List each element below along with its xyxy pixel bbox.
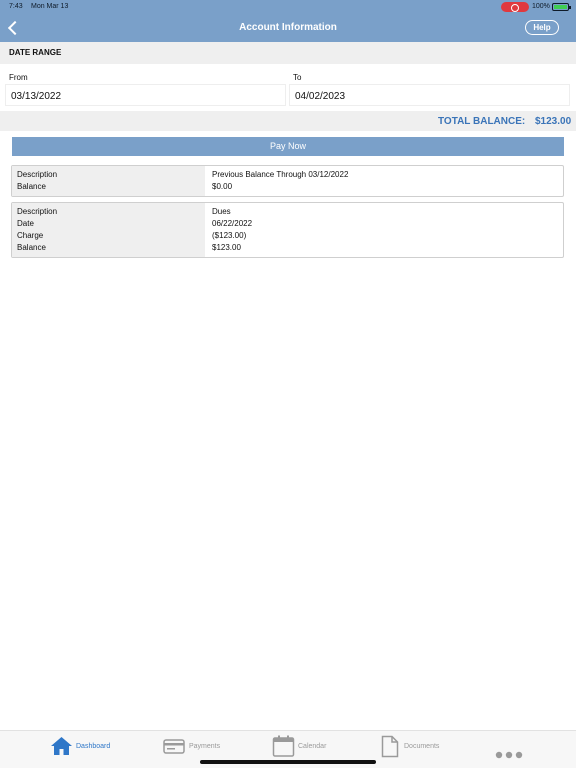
date-range-title: DATE RANGE: [9, 48, 62, 57]
row-key: Charge: [17, 231, 44, 240]
status-time: 7:43: [9, 3, 23, 10]
date-range-header: DATE RANGE: [0, 42, 576, 64]
home-icon[interactable]: [50, 736, 73, 756]
total-balance-value: $123.00: [535, 116, 572, 127]
calendar-icon[interactable]: [272, 735, 295, 757]
tab-documents[interactable]: Documents: [404, 743, 439, 750]
pay-now-button[interactable]: Pay Now: [12, 137, 564, 156]
tab-payments[interactable]: Payments: [189, 743, 220, 750]
screen-recording-icon: [501, 2, 529, 12]
row-key: Date: [17, 219, 34, 228]
home-indicator: [200, 760, 376, 764]
to-date-field[interactable]: 04/02/2023: [289, 84, 570, 106]
more-icon[interactable]: [495, 751, 523, 759]
row-value: $123.00: [212, 243, 241, 252]
row-key: Description: [17, 170, 58, 179]
row-key: Description: [17, 207, 58, 216]
document-icon[interactable]: [381, 735, 399, 758]
total-balance-label: TOTAL BALANCE:: [438, 116, 526, 127]
to-label: To: [293, 73, 302, 82]
row-value: 06/22/2022: [212, 219, 253, 228]
transaction-card: Description Dues Date 06/22/2022 Charge …: [11, 202, 564, 258]
battery-icon: [552, 3, 571, 11]
help-button[interactable]: Help: [525, 20, 559, 35]
status-bar: 7:43 Mon Mar 13 100%: [0, 0, 576, 14]
total-balance-bar: TOTAL BALANCE: $123.00: [0, 111, 576, 131]
tab-calendar[interactable]: Calendar: [298, 743, 326, 750]
tab-dashboard[interactable]: Dashboard: [76, 743, 110, 750]
row-value: ($123.00): [212, 231, 247, 240]
row-key: Balance: [17, 182, 46, 191]
status-date: Mon Mar 13: [31, 3, 69, 10]
page-title: Account Information: [239, 22, 337, 33]
battery-percent: 100%: [532, 3, 550, 10]
transaction-card: Description Previous Balance Through 03/…: [11, 165, 564, 197]
row-value: $0.00: [212, 182, 233, 191]
from-date-field[interactable]: 03/13/2022: [5, 84, 286, 106]
row-value: Previous Balance Through 03/12/2022: [212, 170, 349, 179]
from-label: From: [9, 73, 28, 82]
credit-card-icon[interactable]: [163, 739, 185, 754]
row-key: Balance: [17, 243, 46, 252]
row-value: Dues: [212, 207, 231, 216]
